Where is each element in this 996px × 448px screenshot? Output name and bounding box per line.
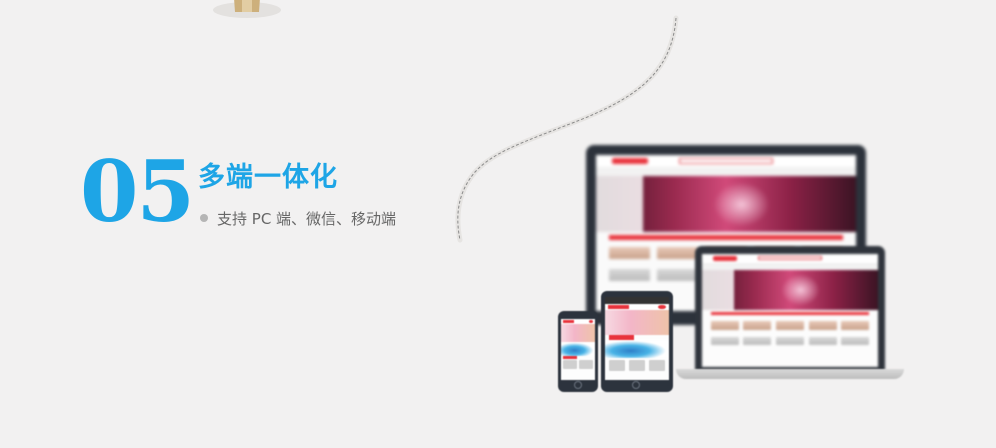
laptop-base (676, 369, 904, 379)
home-button-icon (574, 381, 582, 389)
phone-screen (561, 319, 595, 380)
laptop (695, 246, 885, 371)
smartphone (558, 311, 598, 392)
multi-device-illustration (0, 0, 996, 448)
tablet-screen (605, 297, 669, 380)
home-button-icon (632, 381, 640, 389)
tablet (601, 291, 673, 392)
laptop-screen (702, 254, 878, 367)
feature-section: 05 多端一体化 支持 PC 端、微信、移动端 (0, 0, 996, 448)
